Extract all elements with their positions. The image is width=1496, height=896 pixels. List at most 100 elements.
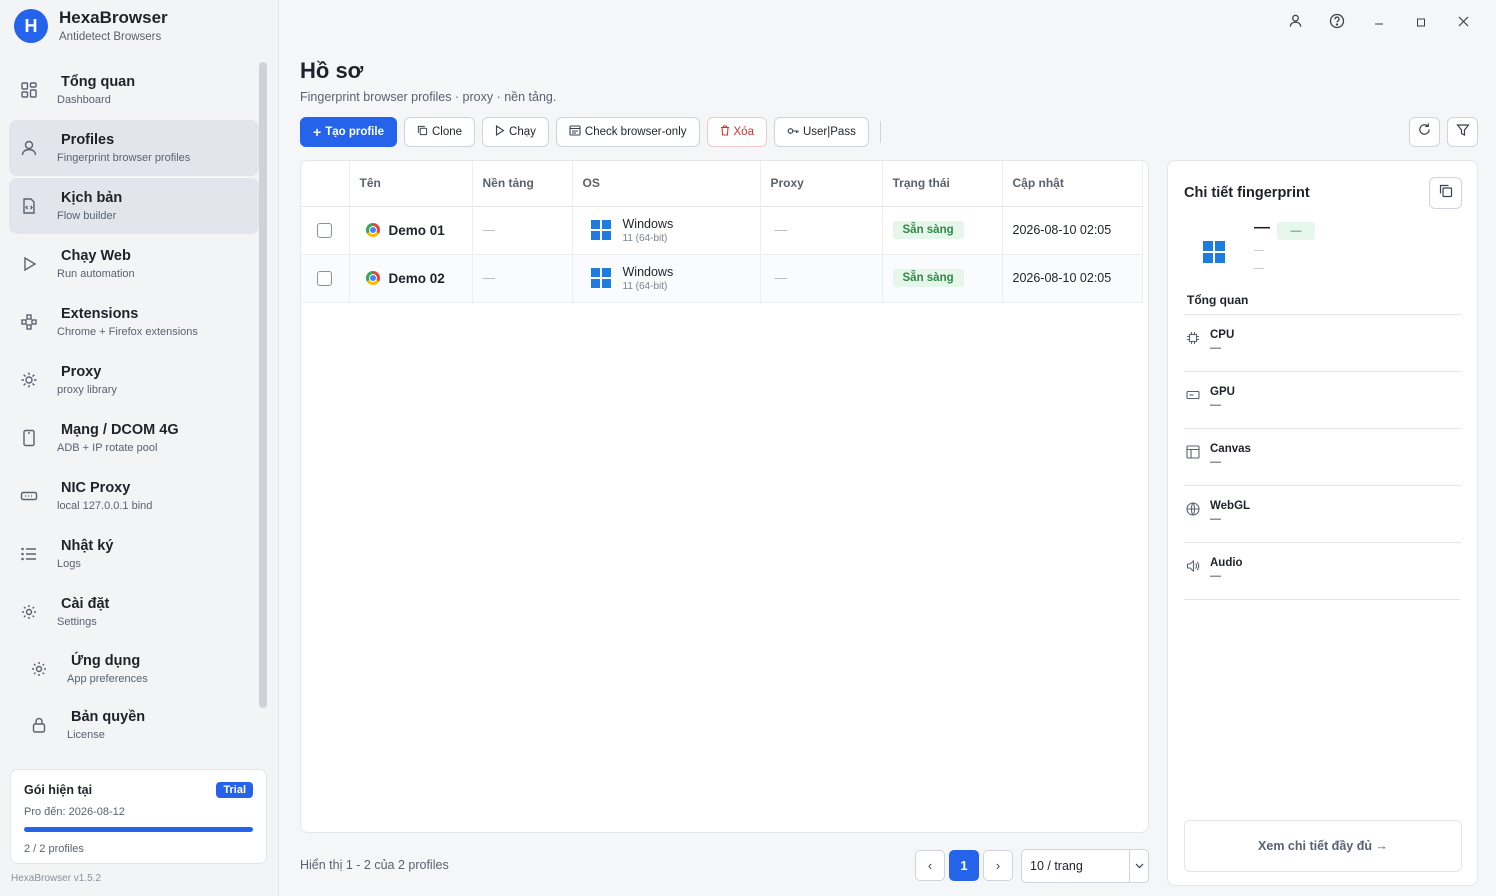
windows-icon bbox=[1203, 241, 1225, 263]
row-checkbox[interactable] bbox=[317, 270, 332, 286]
fingerprint-label: CPU bbox=[1210, 329, 1235, 341]
proxy-value: — bbox=[774, 271, 788, 285]
check-browser-label: Check browser-only bbox=[584, 126, 687, 138]
copy-button[interactable] bbox=[1429, 177, 1462, 209]
table-row[interactable]: Demo 02 — Windows 11 (64-bit) — Sẵn sàng … bbox=[301, 254, 1143, 303]
sidebar-item-app-preferences[interactable]: Ứng dụng App preferences bbox=[9, 642, 259, 696]
filter-icon bbox=[1455, 123, 1470, 142]
account-button[interactable] bbox=[1274, 12, 1316, 32]
dashboard-icon bbox=[19, 80, 39, 100]
delete-label: Xóa bbox=[733, 126, 754, 138]
minimize-button[interactable] bbox=[1358, 12, 1400, 32]
run-button[interactable]: Chạy bbox=[482, 117, 549, 147]
fingerprint-row-cpu: CPU — bbox=[1184, 315, 1461, 372]
check-browser-button[interactable]: Check browser-only bbox=[555, 117, 700, 147]
globe-icon bbox=[1184, 502, 1202, 516]
script-icon bbox=[19, 196, 39, 216]
sidebar-item-extensions[interactable]: Extensions Chrome + Firefox extensions bbox=[9, 294, 259, 350]
refresh-button[interactable] bbox=[1409, 117, 1440, 147]
cpu-icon bbox=[1184, 331, 1202, 345]
plan-expiry: Pro đến: 2026-08-12 bbox=[24, 806, 125, 818]
view-full-details-button[interactable]: Xem chi tiết đầy đủ → bbox=[1184, 820, 1462, 872]
maximize-button[interactable] bbox=[1400, 12, 1442, 32]
sidebar-item-license[interactable]: Bản quyền License bbox=[9, 698, 259, 752]
per-page-select[interactable]: 10 / trang bbox=[1021, 849, 1149, 883]
table-row[interactable]: Demo 01 — Windows 11 (64-bit) — Sẵn sàng … bbox=[301, 206, 1143, 255]
table-header-row: Tên Nền tảng OS Proxy Trạng thái Cập nhậ… bbox=[301, 161, 1143, 207]
page-subtitle: Fingerprint browser profiles · proxy · n… bbox=[300, 90, 557, 104]
brand: H HexaBrowser Antidetect Browsers bbox=[14, 9, 168, 43]
column-header-os[interactable]: OS bbox=[572, 161, 761, 207]
profiles-table: Tên Nền tảng OS Proxy Trạng thái Cập nhậ… bbox=[301, 161, 1143, 303]
sidebar-item-label: Proxy bbox=[61, 364, 102, 380]
fingerprint-badge: — bbox=[1277, 222, 1315, 240]
column-header-name[interactable]: Tên bbox=[349, 161, 473, 207]
sidebar-scrollbar[interactable] bbox=[259, 62, 267, 708]
fingerprint-value: — bbox=[1210, 399, 1221, 411]
fingerprint-label: Canvas bbox=[1210, 443, 1251, 455]
sidebar-item-sublabel: local 127.0.0.1 bind bbox=[57, 500, 153, 512]
sidebar-item-sublabel: Dashboard bbox=[57, 94, 111, 106]
sidebar-item-scripts[interactable]: Kịch bản Flow builder bbox=[9, 178, 259, 234]
sidebar-item-nic-proxy[interactable]: NIC Proxy local 127.0.0.1 bind bbox=[9, 468, 259, 524]
column-header-updated[interactable]: Cập nhật bbox=[1002, 161, 1143, 207]
create-profile-button[interactable]: + Tạo profile bbox=[300, 117, 397, 147]
play-icon bbox=[495, 124, 505, 139]
fingerprint-value: — bbox=[1210, 570, 1221, 582]
os-version: 11 (64-bit) bbox=[622, 280, 668, 292]
fingerprint-name: — bbox=[1254, 219, 1270, 236]
help-button[interactable] bbox=[1316, 12, 1358, 32]
sidebar-item-label: Extensions bbox=[61, 306, 139, 322]
key-icon bbox=[787, 126, 799, 139]
next-page-button[interactable]: › bbox=[983, 850, 1013, 881]
userpass-button[interactable]: User|Pass bbox=[773, 117, 869, 147]
sidebar-item-profiles[interactable]: Profiles Fingerprint browser profiles bbox=[9, 120, 259, 176]
run-label: Chạy bbox=[509, 126, 536, 138]
os-version: 11 (64-bit) bbox=[622, 232, 668, 244]
canvas-icon bbox=[1184, 445, 1202, 459]
status-badge: Sẵn sàng bbox=[892, 269, 964, 287]
sidebar-nav: Tổng quan Dashboard Profiles Fingerprint b… bbox=[9, 62, 259, 754]
sidebar-item-sublabel: ADB + IP rotate pool bbox=[57, 442, 158, 454]
clone-button[interactable]: Clone bbox=[403, 117, 476, 147]
sidebar-item-label: Nhật ký bbox=[61, 538, 114, 554]
column-header-platform[interactable]: Nền tảng bbox=[472, 161, 573, 207]
chrome-icon bbox=[365, 271, 380, 285]
plan-usage: 2 / 2 profiles bbox=[24, 843, 84, 855]
phone-icon bbox=[19, 428, 39, 448]
fingerprint-label: GPU bbox=[1210, 386, 1235, 398]
sidebar-item-sublabel: Flow builder bbox=[57, 210, 117, 222]
delete-button[interactable]: Xóa bbox=[706, 117, 767, 147]
sidebar-item-network[interactable]: Mạng / DCOM 4G ADB + IP rotate pool bbox=[9, 410, 259, 466]
chrome-icon bbox=[365, 223, 380, 237]
windows-icon bbox=[590, 220, 611, 240]
sidebar: H HexaBrowser Antidetect Browsers Tổng q… bbox=[0, 0, 279, 896]
plan-card: Gói hiện tại Trial Pro đến: 2026-08-12 2… bbox=[10, 769, 267, 864]
column-header-proxy[interactable]: Proxy bbox=[760, 161, 883, 207]
close-button[interactable] bbox=[1442, 12, 1484, 32]
sidebar-item-logs[interactable]: Nhật ký Logs bbox=[9, 526, 259, 582]
copy-icon bbox=[1439, 184, 1453, 203]
select-column-header bbox=[301, 161, 350, 207]
fingerprint-list: CPU — GPU — Canvas — WebGL — Audio — bbox=[1184, 314, 1461, 600]
close-icon bbox=[1458, 15, 1469, 30]
sidebar-item-proxy[interactable]: Proxy proxy library bbox=[9, 352, 259, 408]
fingerprint-line-1: — bbox=[1254, 245, 1264, 256]
gear-icon bbox=[29, 659, 49, 679]
sidebar-item-dashboard[interactable]: Tổng quan Dashboard bbox=[9, 62, 259, 118]
sidebar-item-settings[interactable]: Cài đặt Settings bbox=[9, 584, 259, 640]
userpass-label: User|Pass bbox=[802, 126, 856, 138]
sidebar-item-label: Bản quyền bbox=[71, 709, 146, 725]
chevron-down-icon bbox=[1129, 850, 1148, 882]
row-checkbox[interactable] bbox=[317, 222, 332, 238]
sidebar-item-run-web[interactable]: Chạy Web Run automation bbox=[9, 236, 259, 292]
page-button-1[interactable]: 1 bbox=[949, 850, 979, 881]
platform-value: — bbox=[482, 271, 496, 285]
plan-usage-bar bbox=[24, 827, 253, 832]
prev-page-button[interactable]: ‹ bbox=[915, 850, 945, 881]
column-header-status[interactable]: Trạng thái bbox=[882, 161, 1003, 207]
filter-button[interactable] bbox=[1447, 117, 1478, 147]
fingerprint-row-gpu: GPU — bbox=[1184, 372, 1461, 429]
proxy-value: — bbox=[774, 223, 788, 237]
plan-title: Gói hiện tại bbox=[24, 783, 93, 797]
